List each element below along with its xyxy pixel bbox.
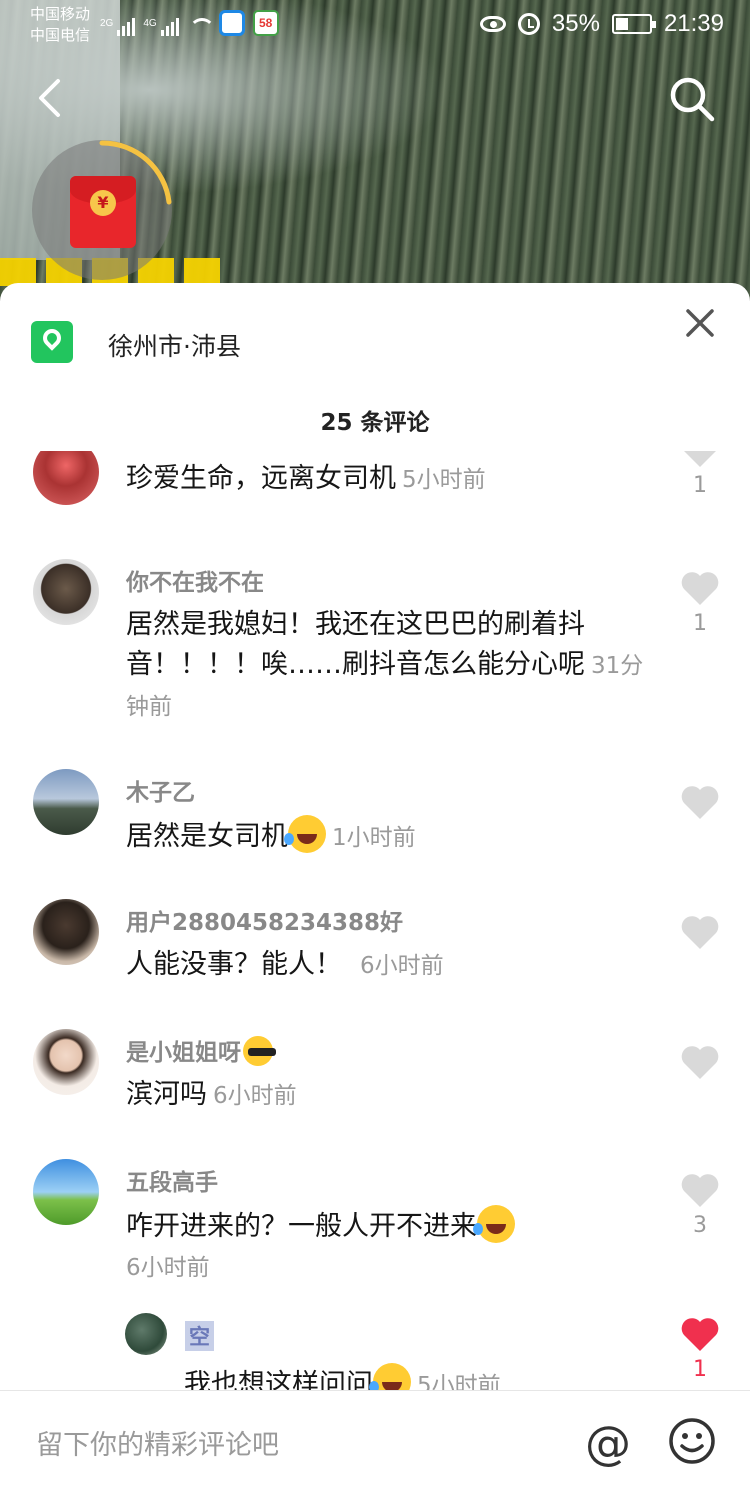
laugh-cry-emoji-icon bbox=[473, 1205, 515, 1243]
comment-list[interactable]: 珍爱生命，远离女司机 5小时前 1 你不在我不在 居然是我媳妇！我还在这巴巴的刷着… bbox=[0, 451, 750, 1391]
comment-count: 25 条评论 bbox=[320, 410, 430, 436]
yuan-symbol: ¥ bbox=[90, 190, 116, 216]
avatar[interactable] bbox=[33, 899, 99, 965]
like-button[interactable]: 1 bbox=[680, 571, 720, 636]
browser-app-icon bbox=[218, 10, 245, 36]
heart-icon bbox=[681, 1174, 719, 1207]
comment-text: 滨河吗 6小时前 bbox=[126, 1079, 297, 1110]
laugh-cry-emoji-icon bbox=[284, 815, 326, 853]
heart-icon-liked bbox=[681, 1318, 719, 1351]
carrier-2: 中国电信 bbox=[30, 27, 91, 44]
comment-sheet: 徐州市·沛县 25 条评论 珍爱生命，远离女司机 5小时前 1 你不在我不在 居然… bbox=[0, 283, 750, 1500]
back-arrow-icon[interactable] bbox=[36, 78, 64, 118]
heart-icon bbox=[681, 572, 719, 605]
search-icon[interactable] bbox=[668, 75, 716, 123]
close-icon[interactable] bbox=[684, 307, 716, 339]
reply-avatar[interactable] bbox=[125, 1313, 167, 1355]
location-label: 徐州市·沛县 bbox=[108, 332, 241, 361]
battery-percent: 35% bbox=[551, 10, 600, 37]
comment-nickname[interactable]: 木子乙 bbox=[126, 773, 195, 807]
reply-nickname[interactable]: 空 bbox=[185, 1321, 214, 1351]
avatar[interactable] bbox=[33, 451, 99, 505]
comment-input-bar: @ bbox=[0, 1390, 750, 1500]
clock: 21:39 bbox=[663, 10, 724, 37]
comment-input[interactable] bbox=[36, 1425, 536, 1465]
comment-time: 6小时前 bbox=[126, 1255, 210, 1281]
avatar[interactable] bbox=[33, 1029, 99, 1095]
comment-text: 人能没事？能人！ 6小时前 bbox=[126, 949, 444, 980]
avatar[interactable] bbox=[33, 769, 99, 835]
comment-text: 珍爱生命，远离女司机 5小时前 bbox=[126, 463, 486, 494]
comment-time: 6小时前 bbox=[360, 953, 444, 979]
comment-time: 1小时前 bbox=[332, 825, 416, 851]
battery-icon bbox=[611, 14, 656, 34]
comment-nickname[interactable]: 是小姐姐呀 bbox=[126, 1033, 276, 1067]
sunglasses-emoji-icon bbox=[243, 1036, 276, 1066]
like-button[interactable]: 1 bbox=[680, 1317, 720, 1382]
like-button[interactable]: 3 bbox=[680, 1173, 720, 1238]
red-packet-icon: ¥ bbox=[70, 176, 136, 248]
comment-text: 居然是我媳妇！我还在这巴巴的刷着抖音！！！！唉……刷抖音怎么能分心呢 31分钟前 bbox=[126, 609, 644, 720]
comment-time: 6小时前 bbox=[213, 1083, 297, 1109]
comment-text: 居然是女司机 1小时前 bbox=[126, 815, 656, 858]
heart-icon bbox=[684, 451, 716, 467]
status-bar: 中国移动 中国电信 2G 4G 58 35% 21:39 bbox=[0, 0, 750, 50]
avatar[interactable] bbox=[33, 1159, 99, 1225]
like-button[interactable] bbox=[680, 915, 720, 955]
red-packet-timer[interactable]: ¥ bbox=[32, 140, 172, 280]
like-count: 1 bbox=[693, 473, 707, 498]
heart-icon bbox=[681, 786, 719, 819]
location-row[interactable]: 徐州市·沛县 bbox=[0, 283, 750, 393]
app-58-icon: 58 bbox=[252, 10, 279, 36]
heart-icon bbox=[681, 1046, 719, 1079]
like-button[interactable] bbox=[680, 785, 720, 825]
comment-text: 咋开进来的？一般人开不进来 6小时前 bbox=[126, 1205, 656, 1288]
signal-2g-icon: 2G bbox=[100, 18, 136, 36]
comment-nickname[interactable]: 你不在我不在 bbox=[126, 563, 264, 597]
alarm-icon bbox=[517, 13, 540, 35]
like-count: 1 bbox=[693, 611, 707, 636]
comment-nickname[interactable]: 用户2880458234388好 bbox=[126, 903, 403, 937]
laugh-cry-emoji-icon bbox=[369, 1363, 411, 1391]
signal-2g-label: 2G bbox=[100, 18, 114, 29]
eye-comfort-icon bbox=[479, 16, 506, 32]
status-icons-left: 2G 4G 58 bbox=[100, 10, 279, 36]
emoji-picker-icon[interactable] bbox=[668, 1417, 716, 1465]
comment-time: 5小时前 bbox=[402, 467, 486, 493]
comment-nickname[interactable]: 五段高手 bbox=[126, 1163, 218, 1197]
reply-time: 5小时前 bbox=[417, 1373, 501, 1391]
wifi-icon bbox=[187, 16, 215, 36]
reply-text: 我也想这样问问 5小时前 bbox=[184, 1363, 664, 1391]
carrier-labels: 中国移动 中国电信 bbox=[30, 4, 90, 46]
heart-icon bbox=[681, 916, 719, 949]
signal-4g-icon: 4G bbox=[143, 18, 179, 36]
avatar[interactable] bbox=[33, 559, 99, 625]
like-count: 3 bbox=[693, 1213, 707, 1238]
like-button[interactable]: 1 bbox=[680, 451, 720, 498]
like-count: 1 bbox=[693, 1357, 707, 1382]
like-button[interactable] bbox=[680, 1045, 720, 1085]
status-icons-right: 35% 21:39 bbox=[479, 10, 724, 38]
carrier-1: 中国移动 bbox=[30, 6, 91, 23]
signal-4g-label: 4G bbox=[143, 18, 157, 29]
location-pin-icon bbox=[31, 321, 73, 363]
mention-at-icon[interactable]: @ bbox=[582, 1417, 634, 1469]
